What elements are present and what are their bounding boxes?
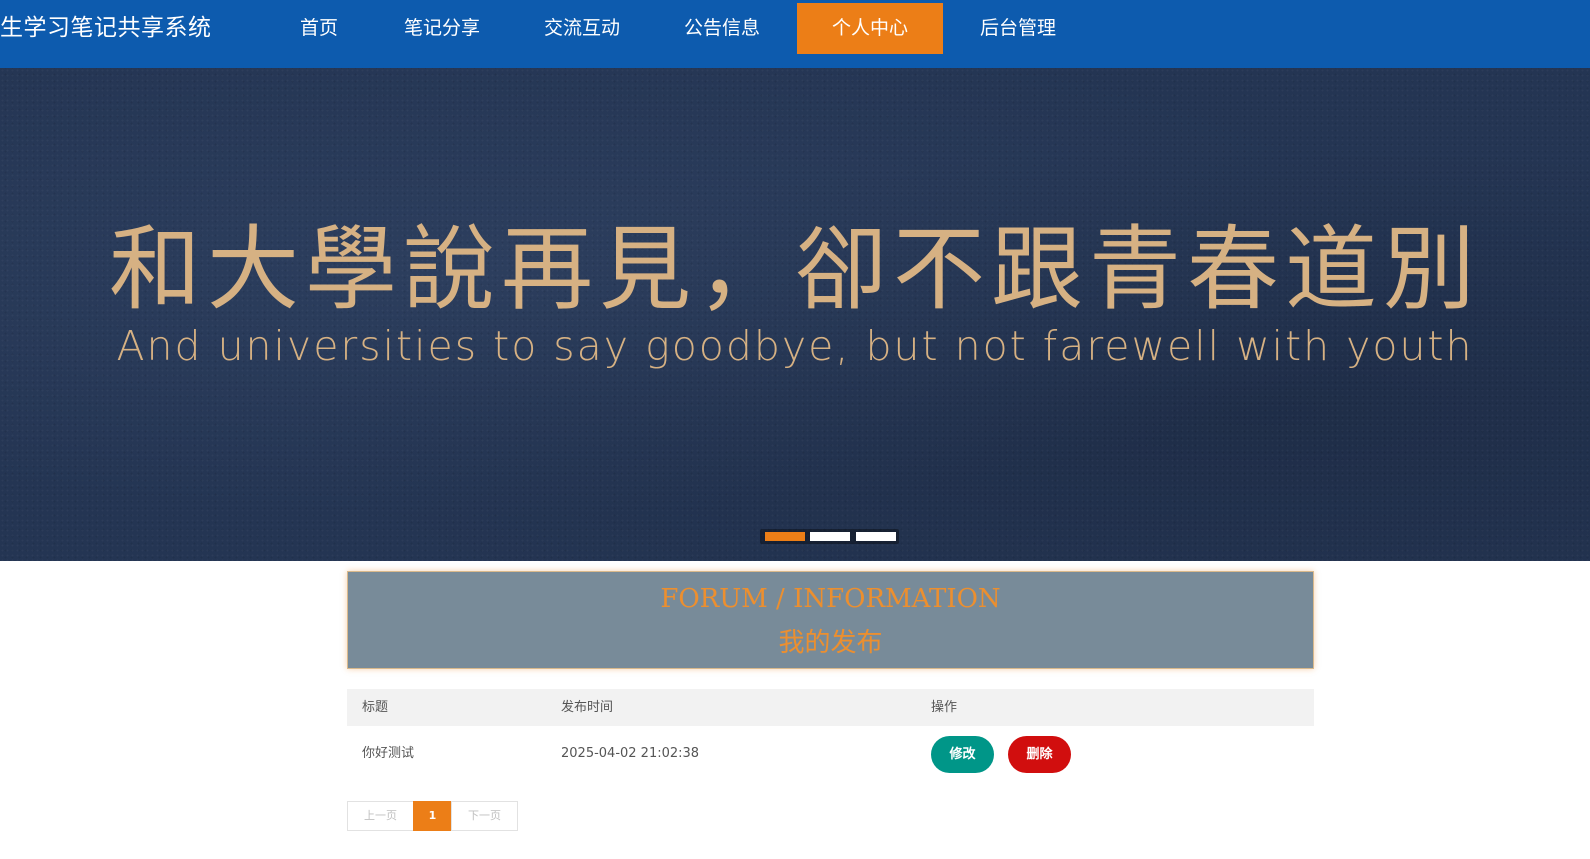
delete-button[interactable]: 删除	[1008, 736, 1071, 773]
post-title: 你好测试	[362, 746, 415, 761]
table-row: 你好测试 2025-04-02 21:02:38 修改 删除	[347, 726, 1314, 782]
nav-admin[interactable]: 后台管理	[966, 3, 1070, 54]
carousel-indicator-2[interactable]	[810, 532, 850, 541]
section-title-cn: 我的发布	[778, 628, 883, 658]
banner-title-cn: 和大學說再見，卻不跟青春道別	[108, 216, 1481, 323]
section-title-en: FORUM / INFORMATION	[660, 584, 1001, 614]
next-page-button[interactable]: 下一页	[451, 801, 518, 831]
banner-title-en: And universities to say goodbye, but not…	[116, 322, 1474, 370]
carousel-indicator-1[interactable]	[765, 532, 805, 541]
post-time: 2025-04-02 21:02:38	[561, 746, 700, 761]
carousel-indicator-3[interactable]	[856, 532, 896, 541]
nav-personal-center[interactable]: 个人中心	[797, 3, 943, 54]
section-header: FORUM / INFORMATION 我的发布	[347, 571, 1314, 669]
nav-announcements[interactable]: 公告信息	[670, 3, 774, 54]
column-header-time: 发布时间	[561, 700, 614, 715]
table-header: 标题 发布时间 操作	[347, 689, 1314, 726]
site-title: 生学习笔记共享系统	[0, 15, 212, 41]
column-header-title: 标题	[362, 700, 389, 715]
banner-carousel[interactable]: 和大學說再見，卻不跟青春道別 And universities to say g…	[0, 68, 1590, 561]
page-number-current[interactable]: 1	[413, 801, 452, 831]
nav-home[interactable]: 首页	[283, 3, 355, 54]
column-header-actions: 操作	[931, 700, 958, 715]
edit-button[interactable]: 修改	[931, 736, 994, 773]
prev-page-button[interactable]: 上一页	[347, 801, 414, 831]
nav-interaction[interactable]: 交流互动	[530, 3, 634, 54]
nav-note-share[interactable]: 笔记分享	[390, 3, 494, 54]
top-navbar: 生学习笔记共享系统 首页 笔记分享 交流互动 公告信息 个人中心 后台管理	[0, 0, 1590, 68]
